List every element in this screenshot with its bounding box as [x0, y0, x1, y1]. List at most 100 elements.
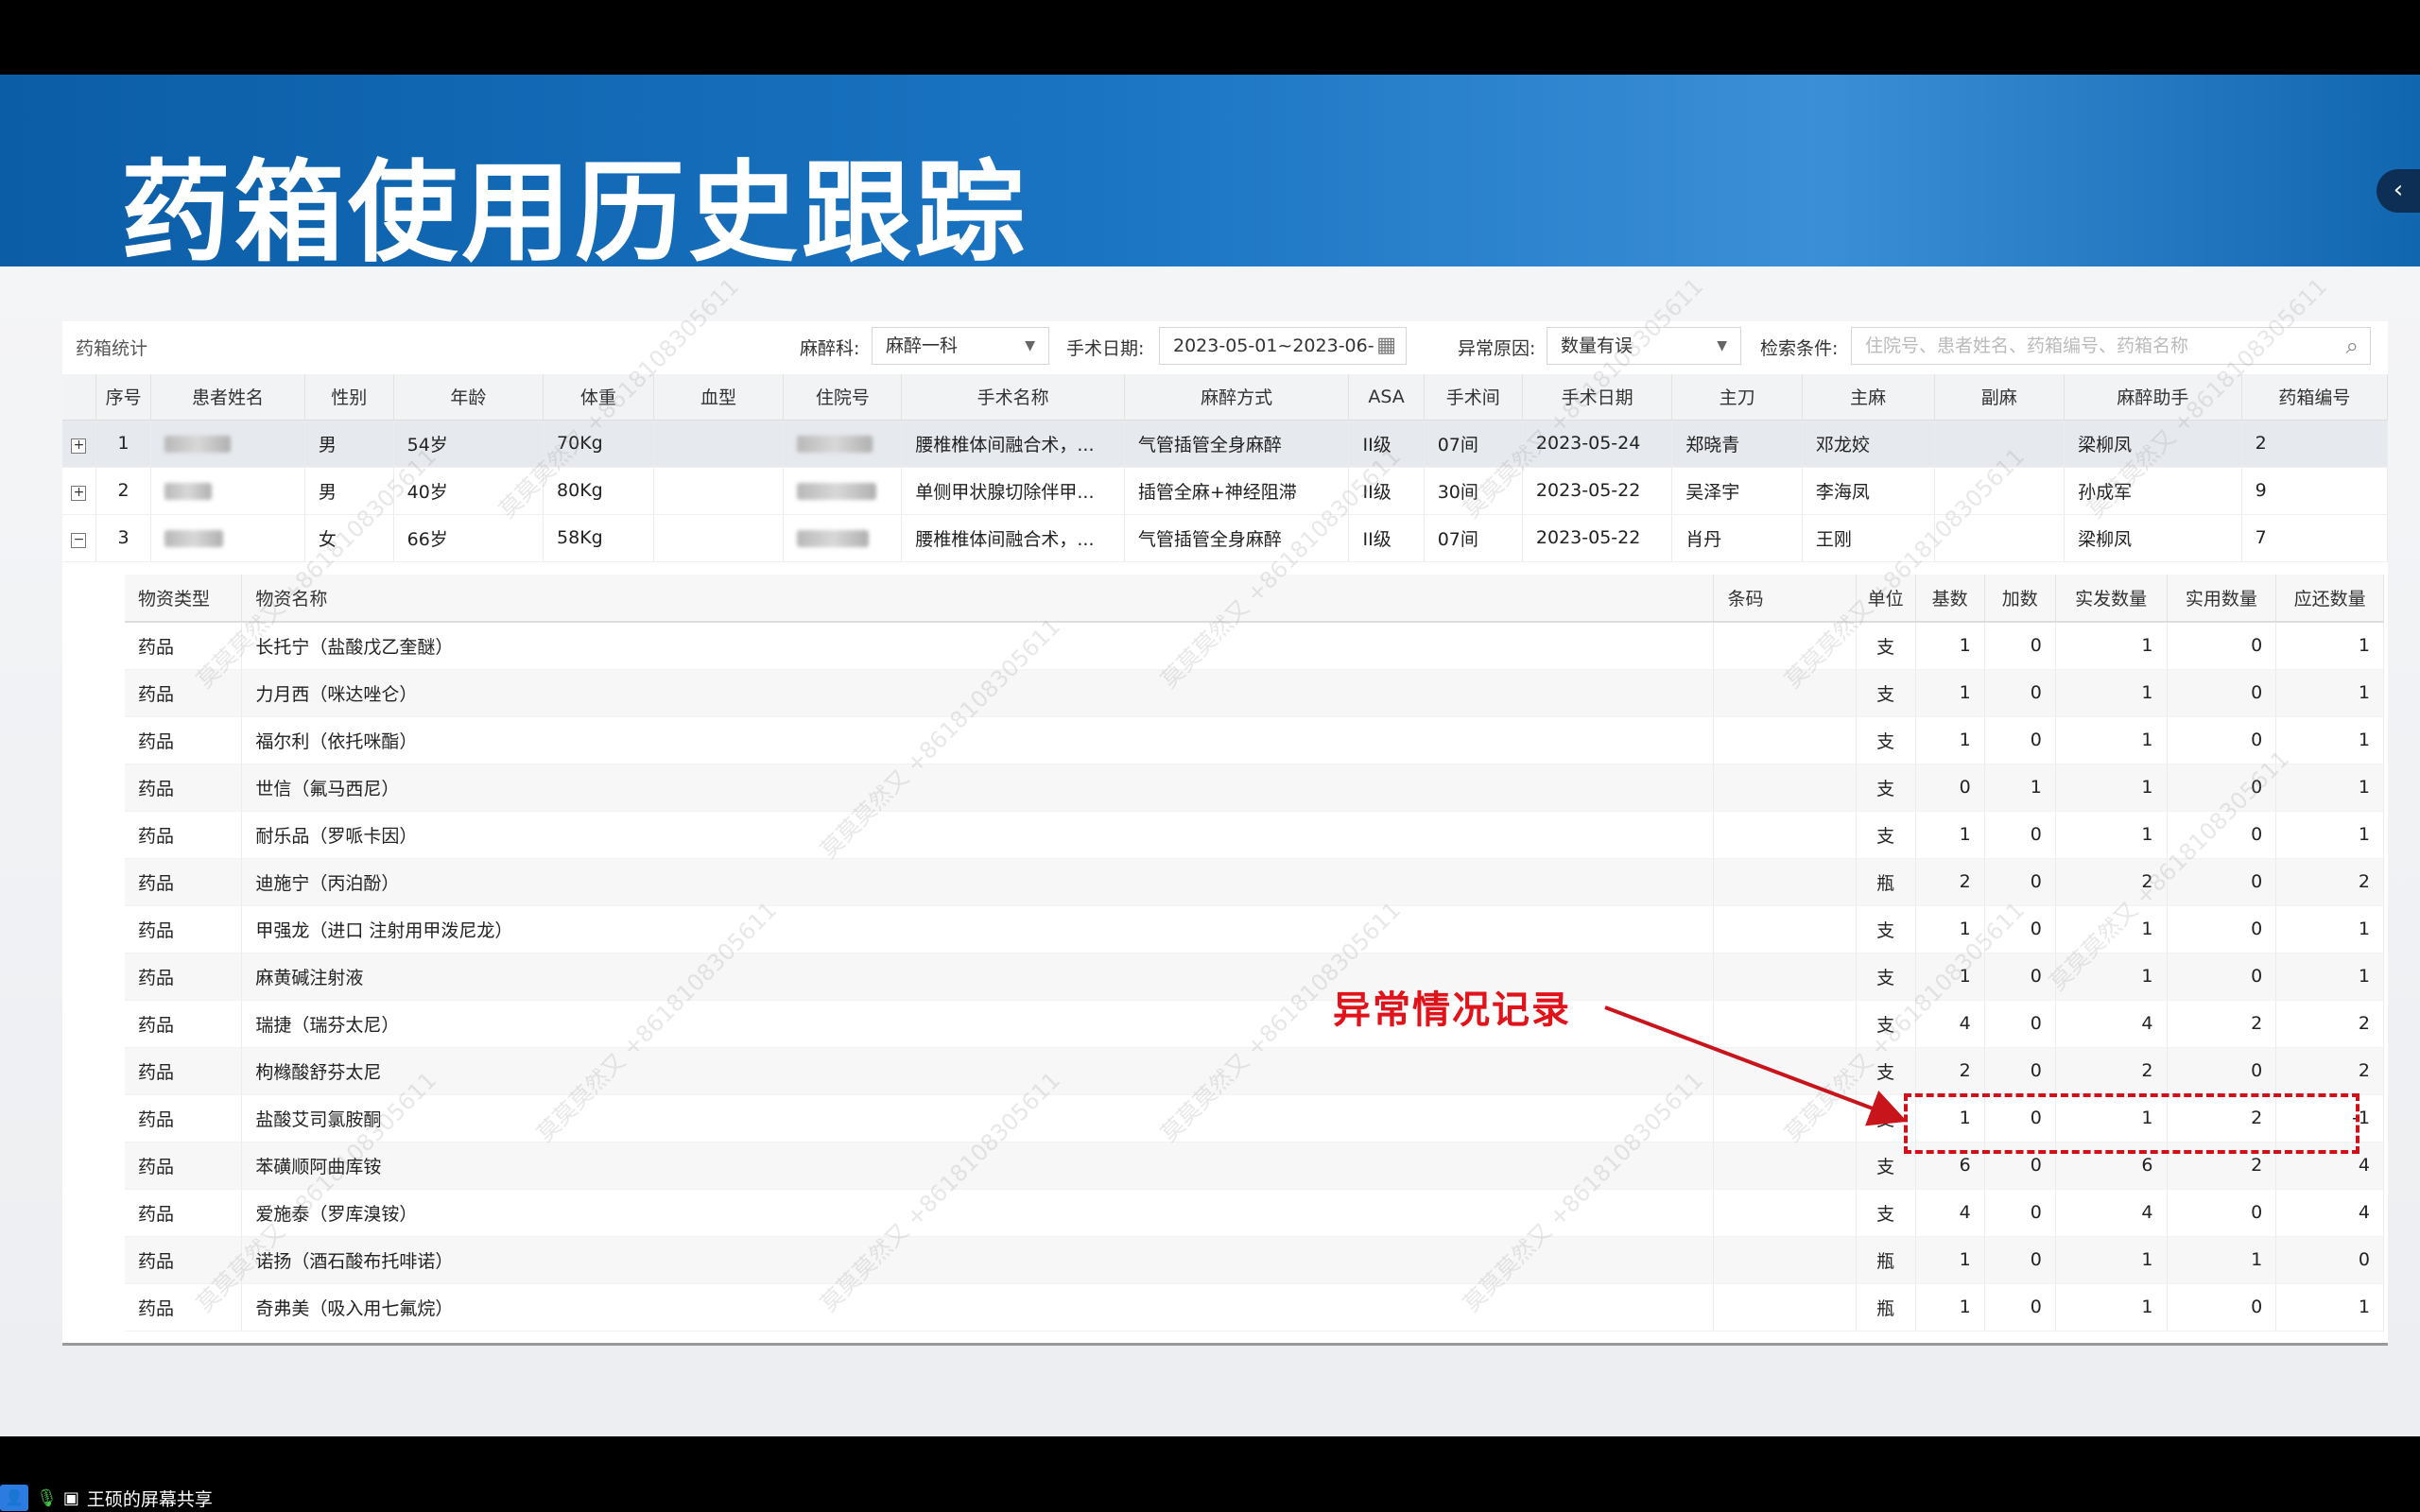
surgery-row[interactable]: + 2 男 40岁 80Kg 单侧甲状腺切除伴甲... 插管全麻+神经阻滞 II…	[62, 467, 2389, 515]
kit-item-row[interactable]: 药品 世信（氟马西尼）支 0 1 1 0 1	[125, 764, 2384, 812]
col-header[interactable]: 单位	[1856, 575, 1916, 623]
cell-name: 世信（氟马西尼）	[241, 764, 1715, 812]
col-header[interactable]: 麻醉方式	[1124, 374, 1350, 421]
date-range-input[interactable]: 2023-05-01~2023-06-01 ▦	[1159, 327, 1407, 392]
collapse-row-icon[interactable]: −	[71, 533, 87, 548]
expand-row-icon[interactable]: +	[71, 438, 87, 454]
cell-barcode	[1713, 622, 1857, 670]
col-header[interactable]: 血型	[653, 374, 785, 421]
cell-used: 0	[2167, 1189, 2277, 1237]
microphone-icon[interactable]: 🎙	[36, 1488, 58, 1508]
kit-item-row[interactable]: 药品 迪施宁（丙泊酚）瓶 2 0 2 0 2	[125, 858, 2384, 906]
surgery-table: 序号 患者姓名 性别 年龄 体重 血型 住院号 手术名称 麻醉方式 ASA 手术…	[62, 374, 2389, 562]
screen-share-indicator[interactable]: 👤 🎙 ▣ 王硕的屏幕共享	[0, 1484, 213, 1512]
col-header[interactable]: 麻醉助手	[2064, 374, 2242, 421]
kit-item-row[interactable]: 药品 甲强龙（进口 注射用甲泼尼龙）支 1 0 1 0 1	[125, 905, 2384, 954]
search-label: 检索条件:	[1760, 338, 1839, 359]
cell-barcode	[1713, 1094, 1857, 1143]
annotation-label: 异常情况记录	[1333, 988, 1571, 1032]
col-header[interactable]: 副麻	[1934, 374, 2066, 421]
kit-item-row[interactable]: 药品 瑞捷（瑞芬太尼）支 4 0 4 2 2	[125, 1000, 2384, 1048]
cell-barcode	[1713, 1236, 1857, 1284]
col-header[interactable]: 主麻	[1802, 374, 1935, 421]
cell-barcode	[1713, 1142, 1857, 1190]
dept-select[interactable]: 麻醉一科 ▼	[872, 327, 1049, 365]
search-placeholder: 住院号、患者姓名、药箱编号、药箱名称	[1865, 335, 2189, 356]
search-icon[interactable]: ⌕	[2346, 328, 2359, 364]
search-input[interactable]: 住院号、患者姓名、药箱编号、药箱名称 ⌕	[1851, 327, 2371, 365]
cell-unit: 瓶	[1856, 1283, 1916, 1332]
col-header[interactable]: 基数	[1915, 575, 1985, 623]
screen-share-icon: ▣	[62, 1487, 79, 1508]
cell-unit: 瓶	[1856, 858, 1916, 906]
cell-unit: 支	[1856, 953, 1916, 1001]
surgery-row[interactable]: + 1 男 54岁 70Kg 腰椎椎体间融合术，... 气管插管全身麻醉 II级…	[62, 420, 2389, 468]
cell-used: 0	[2167, 905, 2277, 954]
col-header[interactable]: 药箱编号	[2241, 374, 2389, 421]
cell-unit: 支	[1856, 764, 1916, 812]
cell-used: 1	[2167, 1236, 2277, 1284]
surgery-row[interactable]: − 3 女 66岁 58Kg 腰椎椎体间融合术，... 气管插管全身麻醉 II级…	[62, 514, 2389, 562]
col-header[interactable]: 患者姓名	[150, 374, 305, 421]
cell-added: 0	[1984, 1189, 2056, 1237]
kit-item-row[interactable]: 药品 麻黄碱注射液支 1 0 1 0 1	[125, 953, 2384, 1001]
col-header[interactable]: 主刀	[1671, 374, 1803, 421]
expand-row-icon[interactable]: +	[71, 486, 87, 501]
cell-kit-no: 2	[2241, 420, 2389, 468]
cell-no: 3	[95, 514, 152, 562]
col-header[interactable]: 手术日期	[1522, 374, 1673, 421]
cell-type: 药品	[125, 622, 243, 670]
dept-value: 麻醉一科	[886, 335, 959, 356]
cell-issued: 1	[2055, 764, 2168, 812]
cell-unit: 支	[1856, 669, 1916, 717]
cell-type: 药品	[125, 1000, 243, 1048]
col-header[interactable]: 加数	[1984, 575, 2056, 623]
cell-main-anes: 李海凤	[1802, 467, 1935, 515]
col-header[interactable]: 手术名称	[901, 374, 1125, 421]
col-header[interactable]: 条码	[1713, 575, 1857, 623]
cell-base: 1	[1915, 669, 1985, 717]
kit-item-row[interactable]: 药品 福尔利（依托咪酯）支 1 0 1 0 1	[125, 716, 2384, 765]
cell-type: 药品	[125, 764, 243, 812]
calendar-icon[interactable]: ▦	[1376, 328, 1396, 364]
inpatient-no-redacted	[783, 514, 903, 562]
cell-base: 0	[1915, 764, 1985, 812]
cell-date: 2023-05-22	[1522, 514, 1673, 562]
date-label: 手术日期:	[1066, 338, 1145, 359]
cell-added: 0	[1984, 1236, 2056, 1284]
cell-added: 0	[1984, 953, 2056, 1001]
cell-surgery: 腰椎椎体间融合术，...	[901, 420, 1125, 468]
kit-item-row[interactable]: 药品 诺扬（酒石酸布托啡诺）瓶 1 0 1 1 0	[125, 1236, 2384, 1284]
kit-item-row[interactable]: 药品 耐乐品（罗哌卡因）支 1 0 1 0 1	[125, 811, 2384, 859]
cell-gender: 女	[304, 514, 394, 562]
cell-surgeon: 肖丹	[1671, 514, 1803, 562]
kit-item-row[interactable]: 药品 长托宁（盐酸戊乙奎醚）支 1 0 1 0 1	[125, 622, 2384, 670]
kit-item-row[interactable]: 药品 爱施泰（罗库溴铵）支 4 0 4 0 4	[125, 1189, 2384, 1237]
col-header[interactable]: 体重	[543, 374, 654, 421]
col-header[interactable]: 序号	[95, 374, 152, 421]
col-header[interactable]: 性别	[304, 374, 394, 421]
col-header[interactable]: 住院号	[783, 374, 903, 421]
cell-unit: 支	[1856, 716, 1916, 765]
reason-select[interactable]: 数量有误 ▼	[1547, 327, 1741, 365]
patient-name-redacted	[150, 514, 305, 562]
col-header[interactable]: 年龄	[393, 374, 544, 421]
kit-item-row[interactable]: 药品 枸橼酸舒芬太尼支 2 0 2 0 2	[125, 1047, 2384, 1095]
col-header[interactable]: 实发数量	[2055, 575, 2168, 623]
cell-type: 药品	[125, 669, 243, 717]
col-header[interactable]: 应还数量	[2275, 575, 2384, 623]
cell-room: 07间	[1424, 420, 1523, 468]
col-header[interactable]: 实用数量	[2167, 575, 2277, 623]
cell-issued: 1	[2055, 622, 2168, 670]
col-header[interactable]: 手术间	[1424, 374, 1523, 421]
kit-item-row[interactable]: 药品 奇弗美（吸入用七氟烷）瓶 1 0 1 0 1	[125, 1283, 2384, 1332]
col-header[interactable]: ASA	[1348, 374, 1425, 421]
cell-unit: 支	[1856, 1189, 1916, 1237]
col-header[interactable]: 物资名称	[241, 575, 1715, 623]
collapse-panel-button[interactable]: ‹	[2377, 169, 2420, 213]
cell-return: 2	[2275, 1047, 2384, 1095]
kit-item-row[interactable]: 药品 力月西（咪达唑仑）支 1 0 1 0 1	[125, 669, 2384, 717]
col-header[interactable]: 物资类型	[125, 575, 243, 623]
cell-used: 0	[2167, 764, 2277, 812]
cell-vice-anes	[1934, 420, 2066, 468]
